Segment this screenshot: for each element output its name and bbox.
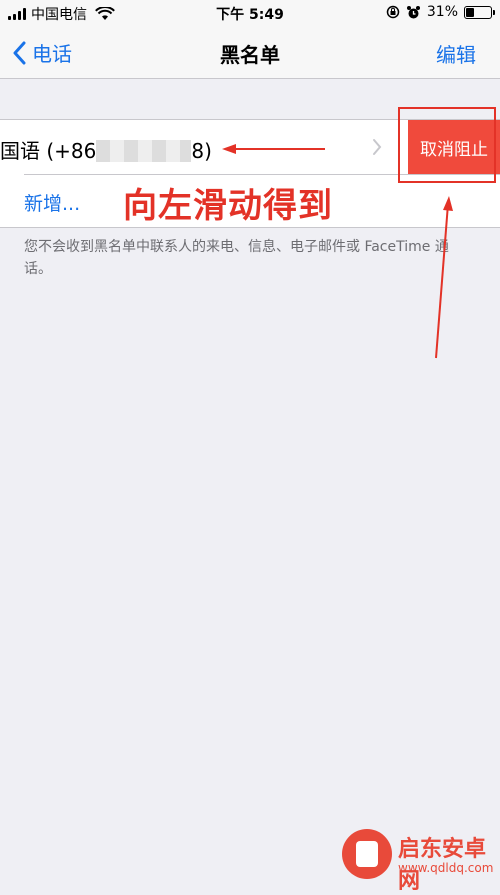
annotation-text: 向左滑动得到 — [123, 186, 333, 226]
navigation-bar: 电话 黑名单 编辑 — [0, 26, 500, 79]
blocked-contact-number: 国语 (+86 8) — [0, 135, 212, 164]
redacted-digits — [96, 140, 192, 162]
watermark-logo-icon — [342, 829, 392, 879]
contact-number-suffix: 8) — [191, 139, 212, 163]
battery-icon — [464, 5, 495, 19]
chevron-right-icon — [373, 139, 382, 155]
page-title: 黑名单 — [220, 43, 280, 67]
rotation-lock-icon — [386, 5, 400, 19]
blocked-list-footnote: 您不会收到黑名单中联系人的来电、信息、电子邮件或 FaceTime 通话。 — [24, 239, 449, 277]
watermark-url: www.qdldq.com — [398, 861, 494, 875]
watermark: 启东安卓网 www.qdldq.com — [342, 823, 494, 894]
battery-percent: 31% — [426, 4, 458, 20]
edit-button[interactable]: 编辑 — [436, 39, 476, 68]
add-new-button[interactable]: 新增... — [24, 189, 80, 216]
contact-number-prefix: 国语 (+86 — [0, 139, 97, 163]
alarm-icon — [406, 5, 420, 18]
highlight-box — [398, 107, 496, 183]
status-bar-right: 31% — [386, 4, 495, 20]
status-bar: 中国电信 下午 5:49 31% — [0, 0, 500, 26]
